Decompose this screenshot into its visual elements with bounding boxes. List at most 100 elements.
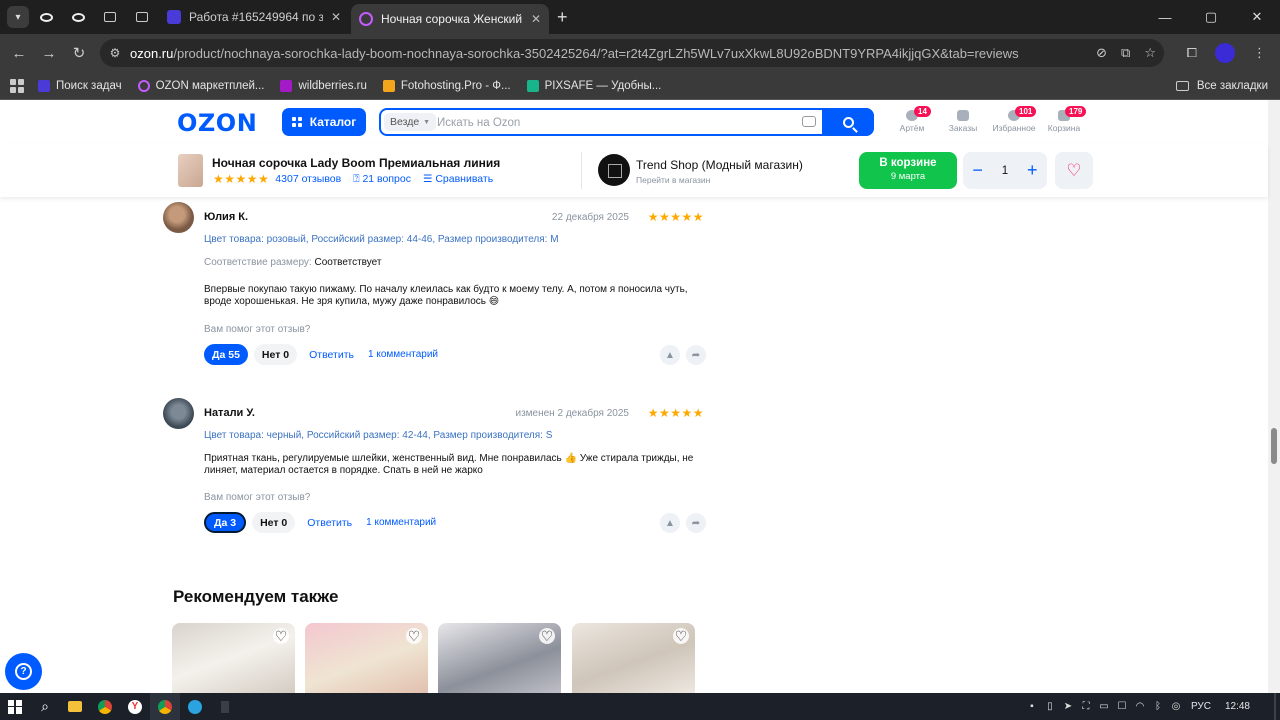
pinned-tab-4[interactable] bbox=[127, 4, 157, 30]
wifi-icon[interactable]: ◠ bbox=[1131, 693, 1149, 720]
scrollbar-thumb[interactable] bbox=[1271, 428, 1277, 464]
heart-icon[interactable]: ♡ bbox=[539, 628, 555, 644]
explorer-icon[interactable] bbox=[60, 693, 90, 720]
tab-work-order[interactable]: Работа #165249964 по заказу ✕ bbox=[159, 3, 349, 31]
screenshot-icon[interactable]: ⛶ bbox=[1077, 693, 1095, 720]
chrome-active-icon[interactable] bbox=[150, 693, 180, 720]
share-icon[interactable]: ➦ bbox=[686, 513, 706, 533]
bookmark-item[interactable]: wildberries.ru bbox=[280, 79, 367, 92]
display-icon[interactable]: ▭ bbox=[1095, 693, 1113, 720]
heart-icon[interactable]: ♡ bbox=[273, 628, 289, 644]
menu-icon[interactable]: ⋮ bbox=[1253, 45, 1266, 61]
review-attributes[interactable]: Цвет товара: черный, Российский размер: … bbox=[204, 430, 552, 441]
bookmark-item[interactable]: Поиск задач bbox=[38, 79, 122, 92]
help-button[interactable]: ? bbox=[5, 653, 42, 690]
page-scrollbar[interactable] bbox=[1268, 100, 1280, 693]
url-text[interactable]: ozon.ru/product/nochnaya-sorochka-lady-b… bbox=[130, 46, 1019, 61]
product-title[interactable]: Ночная сорочка Lady Boom Премиальная лин… bbox=[212, 156, 500, 170]
header-cart[interactable]: 179 Корзина bbox=[1047, 106, 1087, 133]
reply-link[interactable]: Ответить bbox=[309, 349, 354, 361]
report-icon[interactable]: ▲ bbox=[660, 345, 680, 365]
search-button[interactable] bbox=[822, 108, 874, 136]
comments-link[interactable]: 1 комментарий bbox=[366, 517, 436, 528]
avatar[interactable] bbox=[163, 398, 194, 429]
product-thumbnail[interactable] bbox=[178, 154, 203, 187]
helpful-no-button[interactable]: Нет 0 bbox=[252, 512, 296, 533]
show-desktop-button[interactable] bbox=[1274, 693, 1276, 720]
heart-icon[interactable]: ♡ bbox=[673, 628, 689, 644]
bookmark-item[interactable]: OZON маркетплей... bbox=[137, 79, 264, 92]
compare-link[interactable]: ☰ Сравнивать bbox=[423, 173, 493, 185]
shop-logo[interactable] bbox=[598, 154, 630, 186]
shop-link[interactable]: Перейти в магазин bbox=[636, 175, 710, 185]
camera-icon[interactable] bbox=[802, 116, 816, 127]
profile-avatar[interactable] bbox=[1215, 43, 1235, 63]
favorite-button[interactable]: ♡ bbox=[1055, 152, 1093, 189]
vpn-icon[interactable]: ☐ bbox=[1113, 693, 1131, 720]
search-scope-select[interactable]: Везде ▼ bbox=[384, 113, 437, 131]
tab-search-button[interactable]: ▾ bbox=[7, 6, 29, 28]
mic-icon[interactable]: ▯ bbox=[1041, 693, 1059, 720]
close-icon[interactable]: ✕ bbox=[531, 12, 541, 26]
install-app-icon[interactable]: ⧉ bbox=[1121, 45, 1130, 61]
forward-icon[interactable]: → bbox=[34, 45, 64, 62]
review-attributes[interactable]: Цвет товара: розовый, Российский размер:… bbox=[204, 234, 559, 245]
bookmark-item[interactable]: Fotohosting.Pro - Ф... bbox=[382, 79, 511, 92]
new-tab-button[interactable]: + bbox=[557, 7, 568, 28]
bookmark-item[interactable]: PIXSAFE — Удобны... bbox=[526, 79, 661, 92]
catalog-button[interactable]: Каталог bbox=[282, 108, 366, 136]
site-info-icon[interactable]: ⚙ bbox=[100, 46, 130, 60]
share-icon[interactable]: ➦ bbox=[686, 345, 706, 365]
report-icon[interactable]: ▲ bbox=[660, 513, 680, 533]
maximize-icon[interactable]: ▢ bbox=[1188, 0, 1234, 34]
pinned-tab-2[interactable] bbox=[63, 4, 93, 30]
telegram-tray-icon[interactable]: ➤ bbox=[1059, 693, 1077, 720]
close-icon[interactable]: ✕ bbox=[331, 10, 341, 24]
close-window-icon[interactable]: ✕ bbox=[1234, 0, 1280, 34]
address-bar[interactable]: ⚙ ozon.ru/product/nochnaya-sorochka-lady… bbox=[100, 39, 1164, 67]
pinned-tab-3[interactable] bbox=[95, 4, 125, 30]
helpful-yes-button[interactable]: Да 3 bbox=[204, 512, 247, 533]
tab-ozon-product[interactable]: Ночная сорочка Женский Lady ✕ bbox=[351, 4, 549, 34]
pinned-tab-1[interactable] bbox=[31, 4, 61, 30]
product-card[interactable]: ♡ bbox=[305, 623, 428, 693]
taskbar-app-icon[interactable] bbox=[210, 693, 240, 720]
start-button[interactable] bbox=[0, 693, 30, 720]
in-cart-button[interactable]: В корзине 9 марта bbox=[859, 152, 957, 189]
tray-app-icon[interactable]: ▪ bbox=[1023, 693, 1041, 720]
clock[interactable]: 12:48 bbox=[1225, 701, 1250, 712]
apps-icon[interactable] bbox=[10, 78, 24, 93]
bluetooth-icon[interactable]: ᛒ bbox=[1149, 693, 1167, 720]
ozon-logo[interactable]: OZON bbox=[177, 109, 257, 137]
chrome-icon[interactable] bbox=[90, 693, 120, 720]
header-favorites[interactable]: 101 Избранное bbox=[991, 106, 1037, 133]
helpful-yes-button[interactable]: Да 55 bbox=[204, 344, 248, 365]
minimize-icon[interactable]: — bbox=[1142, 0, 1188, 34]
back-icon[interactable]: ← bbox=[4, 45, 34, 62]
yandex-icon[interactable]: Y bbox=[120, 693, 150, 720]
reload-icon[interactable]: ↻ bbox=[64, 44, 94, 62]
extensions-icon[interactable]: ⧠ bbox=[1187, 45, 1197, 61]
shop-name[interactable]: Trend Shop (Модный магазин) bbox=[636, 158, 803, 172]
language-indicator[interactable]: РУС bbox=[1191, 701, 1211, 712]
heart-icon[interactable]: ♡ bbox=[406, 628, 422, 644]
questions-link[interactable]: ⍰ 21 вопрос bbox=[353, 173, 411, 186]
comments-link[interactable]: 1 комментарий bbox=[368, 349, 438, 360]
header-profile[interactable]: 14 Артём bbox=[897, 106, 931, 133]
chrome-tray-icon[interactable]: ◎ bbox=[1167, 693, 1185, 720]
header-orders[interactable]: Заказы bbox=[947, 110, 979, 133]
product-card[interactable]: ♡ bbox=[572, 623, 695, 693]
reply-link[interactable]: Ответить bbox=[307, 517, 352, 529]
avatar[interactable] bbox=[163, 202, 194, 233]
tracking-protection-icon[interactable]: ⊘ bbox=[1096, 45, 1107, 61]
minus-button[interactable]: − bbox=[972, 160, 983, 181]
search-icon[interactable]: ⌕ bbox=[30, 693, 60, 720]
reviews-link[interactable]: 4307 отзывов bbox=[275, 173, 341, 185]
product-card[interactable]: ♡ bbox=[172, 623, 295, 693]
all-bookmarks[interactable]: Все закладки bbox=[1175, 72, 1268, 100]
search-input[interactable] bbox=[437, 113, 797, 133]
telegram-icon[interactable] bbox=[180, 693, 210, 720]
bookmark-star-icon[interactable]: ☆ bbox=[1144, 45, 1156, 61]
helpful-no-button[interactable]: Нет 0 bbox=[253, 344, 298, 365]
product-card[interactable]: ♡ bbox=[438, 623, 561, 693]
